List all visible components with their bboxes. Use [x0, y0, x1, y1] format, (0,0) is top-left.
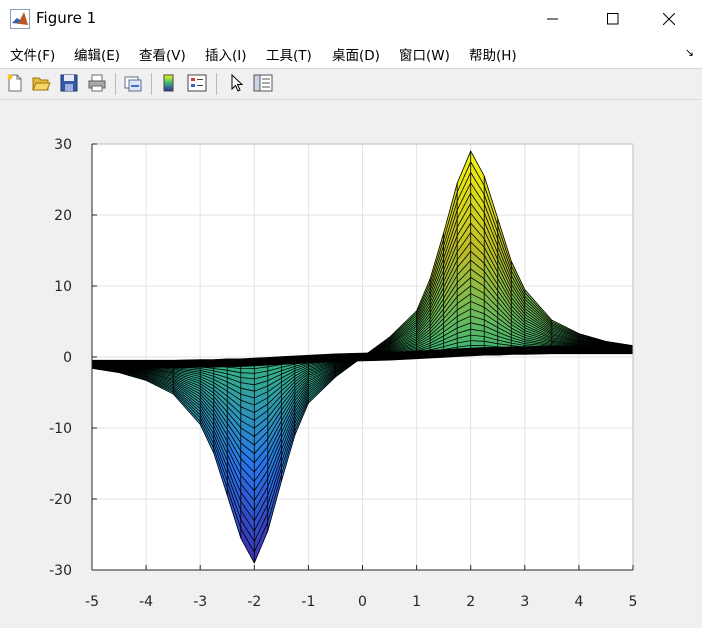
x-tick-label: 3: [520, 594, 529, 610]
edit-plot-icon[interactable]: [226, 72, 248, 94]
matlab-logo-icon: [10, 9, 30, 29]
y-tick-label: -30: [49, 563, 72, 579]
maximize-button[interactable]: [590, 0, 636, 38]
y-tick-label: 30: [54, 137, 72, 153]
close-button[interactable]: [646, 0, 692, 38]
save-icon[interactable]: [58, 72, 80, 94]
y-tick-label: 10: [54, 279, 72, 295]
x-tick-label: 4: [574, 594, 583, 610]
menu-help[interactable]: 帮助(H): [469, 44, 517, 64]
open-file-icon[interactable]: [30, 72, 52, 94]
link-plot-icon[interactable]: [122, 72, 144, 94]
menu-insert[interactable]: 插入(I): [205, 44, 247, 64]
figure-canvas[interactable]: -5 -4 -3 -2 -1 0 1 2 3 4 5 30 20 10 0 -10 -20 -30: [0, 100, 702, 628]
close-icon: [663, 13, 675, 25]
y-tick-label: 0: [63, 350, 72, 366]
menu-edit[interactable]: 编辑(E): [74, 44, 120, 64]
surface-plot[interactable]: -5 -4 -3 -2 -1 0 1 2 3 4 53020100-10-20-30: [0, 100, 702, 628]
x-tick-label: 1: [412, 594, 421, 610]
menu-view[interactable]: 查看(V): [139, 44, 186, 64]
x-tick-label: -4: [139, 594, 153, 610]
menu-file[interactable]: 文件(F): [10, 44, 55, 64]
toolbar-separator: [115, 73, 116, 95]
maximize-icon: [607, 13, 619, 25]
menu-window[interactable]: 窗口(W): [399, 44, 450, 64]
menu-bar: 文件(F) 编辑(E) 查看(V) 插入(I) 工具(T) 桌面(D) 窗口(W…: [0, 38, 702, 68]
window-title: Figure 1: [36, 9, 97, 27]
dock-arrow-icon[interactable]: ↘: [685, 46, 694, 59]
x-tick-label: 2: [466, 594, 475, 610]
minimize-button[interactable]: [530, 0, 576, 38]
x-tick-label: -2: [247, 594, 261, 610]
y-tick-label: -20: [49, 492, 72, 508]
x-tick-label: -5: [85, 594, 99, 610]
minimize-icon: [547, 18, 558, 20]
insert-legend-icon[interactable]: [186, 72, 208, 94]
title-bar: Figure 1: [0, 0, 702, 38]
x-tick-label: -1: [301, 594, 315, 610]
x-tick-label: 0: [358, 594, 367, 610]
x-tick-label: -3: [193, 594, 207, 610]
menu-desktop[interactable]: 桌面(D): [332, 44, 380, 64]
toolbar-separator: [216, 73, 217, 95]
menu-tools[interactable]: 工具(T): [266, 44, 312, 64]
toolbar-separator: [151, 73, 152, 95]
y-tick-label: -10: [49, 421, 72, 437]
toolbar: [0, 69, 702, 99]
insert-colorbar-icon[interactable]: [158, 72, 180, 94]
property-inspector-icon[interactable]: [252, 72, 274, 94]
print-icon[interactable]: [86, 72, 108, 94]
new-figure-icon[interactable]: [4, 72, 26, 94]
x-tick-label: 5: [629, 594, 638, 610]
y-tick-label: 20: [54, 208, 72, 224]
